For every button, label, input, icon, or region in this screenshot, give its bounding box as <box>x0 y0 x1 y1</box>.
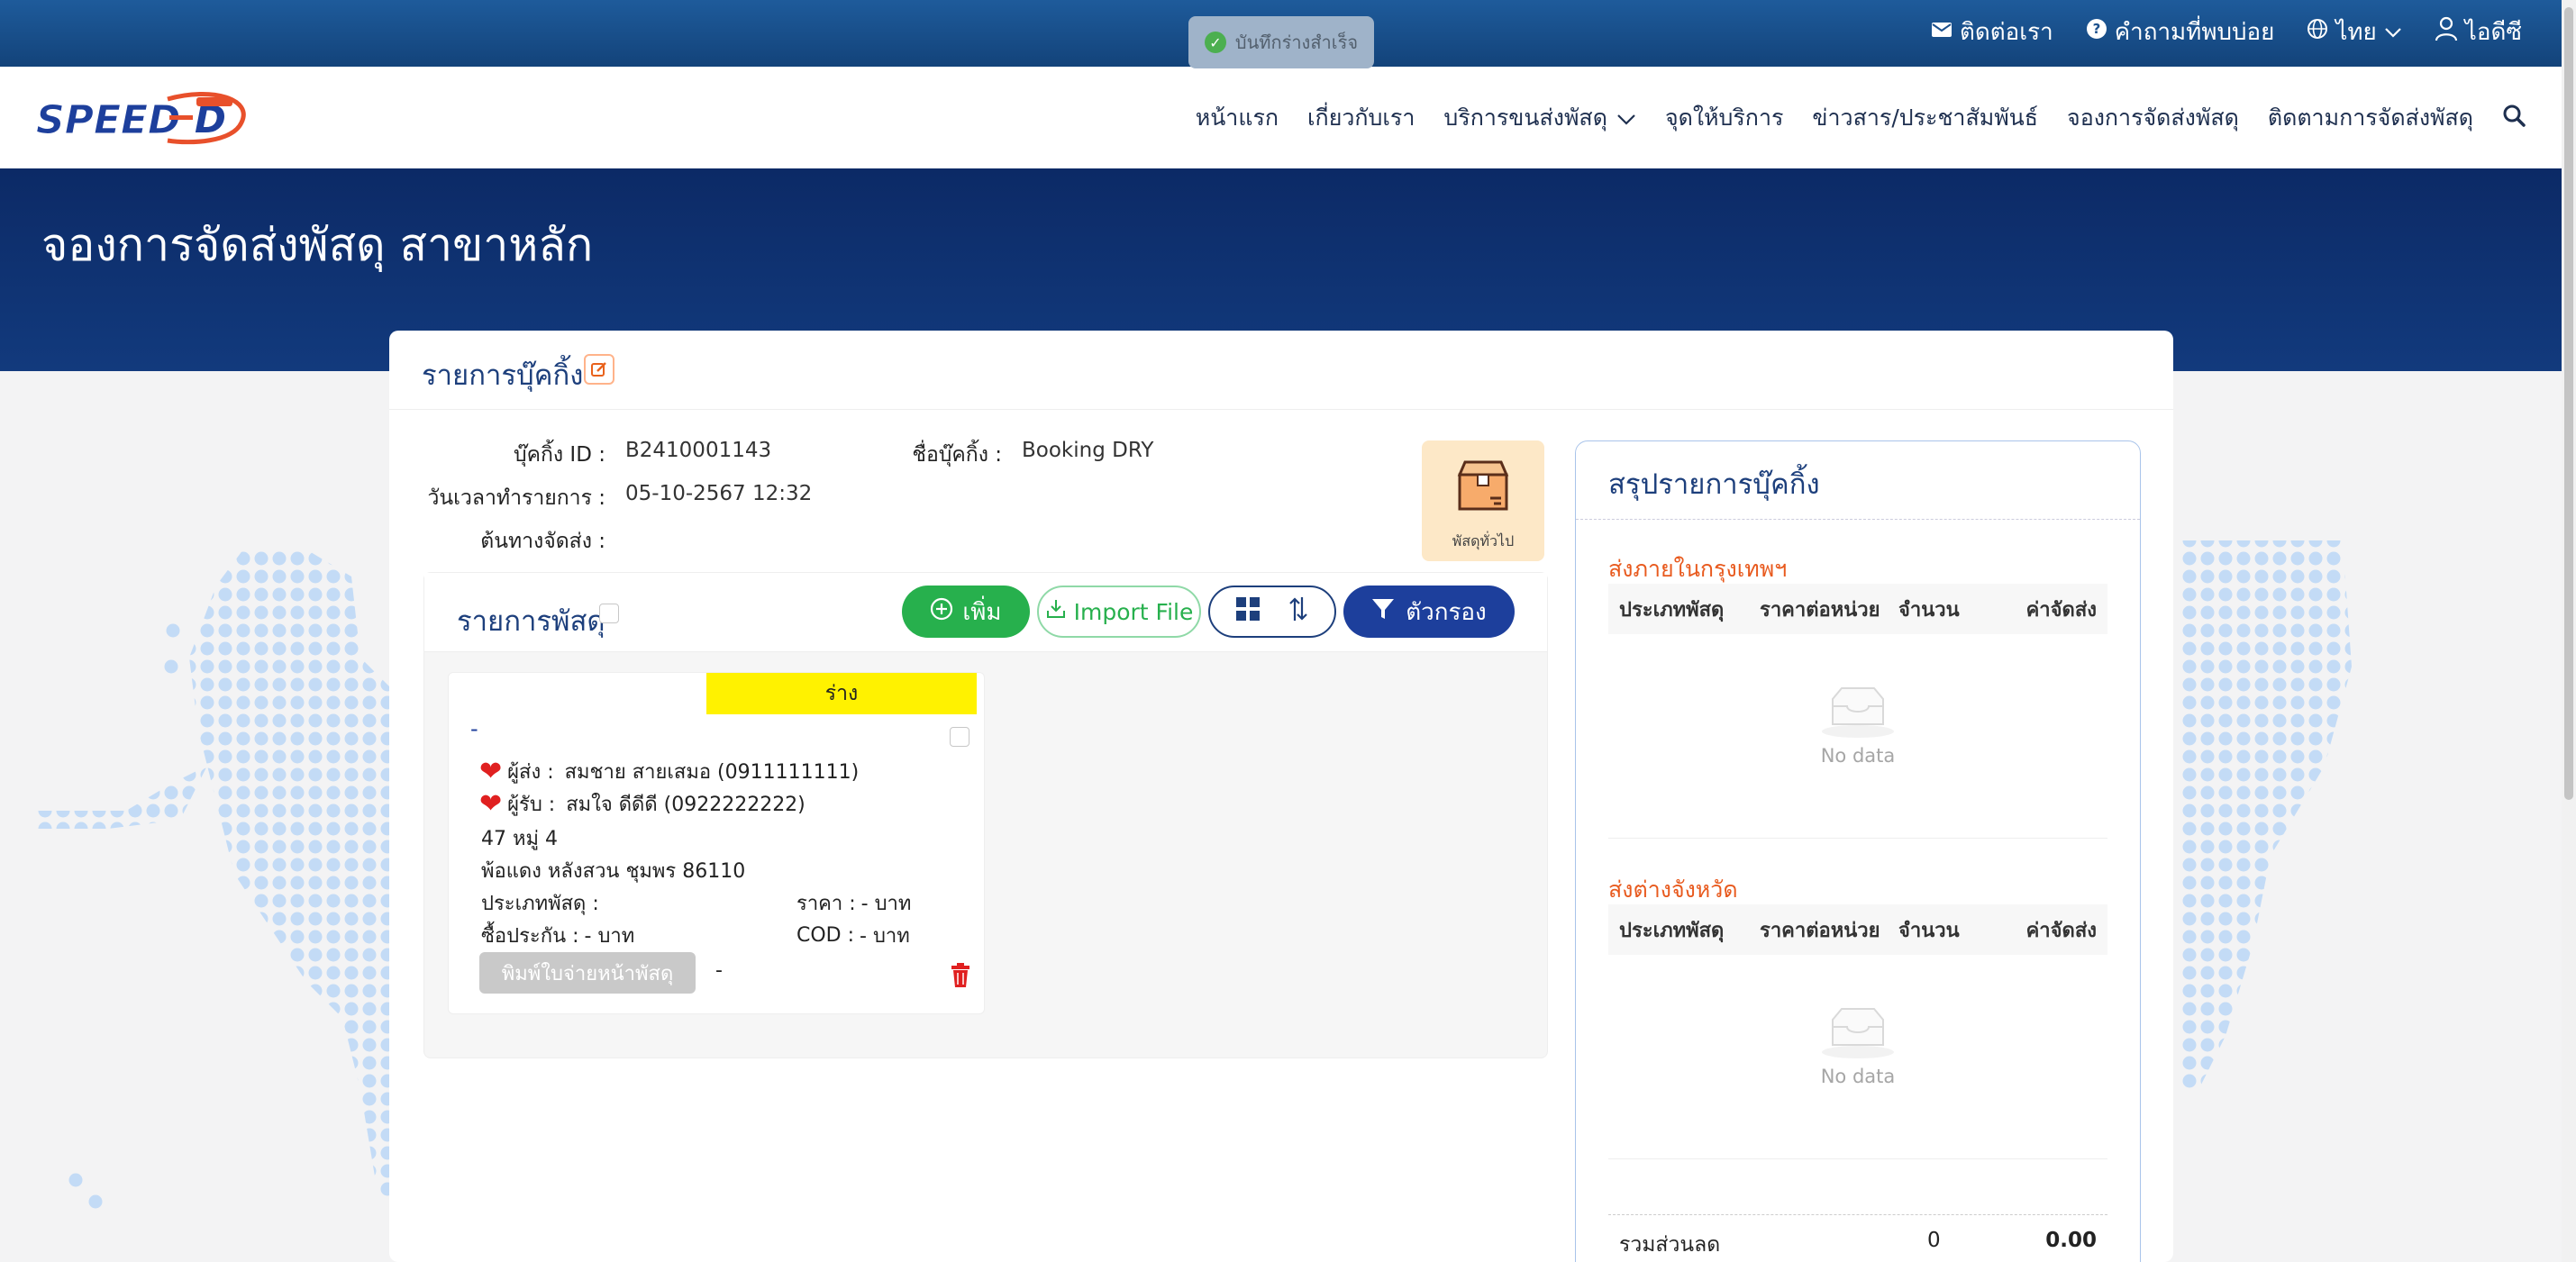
booking-card-header: รายการบุ๊คกิ้ง <box>389 331 2173 410</box>
heart-icon: ❤ <box>479 755 503 787</box>
bangkok-empty-state: No data <box>1608 686 2107 767</box>
nav-item-home[interactable]: หน้าแรก <box>1196 100 1279 136</box>
summary-title: สรุปรายการบุ๊คกิ้ง <box>1608 468 1820 501</box>
booking-summary-panel: สรุปรายการบุ๊คกิ้ง ส่งภายในกรุงเทพฯ ประเ… <box>1575 440 2141 1262</box>
tracking-number: - <box>470 716 478 741</box>
status-badge: ร่าง <box>706 673 977 714</box>
divider <box>1608 1158 2107 1159</box>
divider <box>1576 519 2140 520</box>
nav-item-about[interactable]: เกี่ยวกับเรา <box>1307 100 1415 136</box>
chevron-down-icon <box>1616 104 1636 131</box>
address-line-2: พ้อแดง หลังสวน ชุมพร 86110 <box>481 860 746 883</box>
parcel-list-header: รายการพัสดุ เพิ่ม Import File ตัวกรอง <box>424 573 1547 652</box>
box-icon <box>1454 457 1512 518</box>
svg-text:?: ? <box>2092 21 2100 37</box>
mail-icon <box>1931 18 1952 45</box>
select-all-checkbox[interactable] <box>599 604 619 623</box>
filter-button[interactable]: ตัวกรอง <box>1343 586 1515 638</box>
package-type-label: พัสดุทั่วไป <box>1452 532 1515 549</box>
receiver-row: ❤ ผู้รับ : สมใจ ดีดีดี (0922222222) <box>479 787 806 820</box>
chevron-down-icon <box>2384 18 2402 45</box>
origin-label: ต้นทางจัดส่ง : <box>480 530 605 553</box>
booking-name-value: Booking DRY <box>1022 439 1154 462</box>
booking-name-label: ชื่อบุ๊คกิ้ง : <box>912 443 1002 467</box>
plus-circle-icon <box>930 597 953 627</box>
import-file-button[interactable]: Import File <box>1037 586 1201 638</box>
bangkok-section-title: ส่งภายในกรุงเทพฯ <box>1608 556 1788 582</box>
datetime-value: 05-10-2567 12:32 <box>625 482 813 505</box>
user-icon <box>2435 16 2458 48</box>
province-table-header: ประเภทพัสดุ ราคาต่อหน่วย จำนวน ค่าจัดส่ง <box>1608 904 2107 955</box>
scrollbar-thumb[interactable] <box>2564 7 2573 800</box>
add-parcel-button[interactable]: เพิ่ม <box>902 586 1030 638</box>
top-links: ติดต่อเรา ? คำถามที่พบบ่อย ไทย ไอดีซี <box>1931 0 2522 63</box>
sender-row: ❤ ผู้ส่ง : สมชาย สายเสมอ (0911111111) <box>479 755 860 787</box>
edit-icon[interactable] <box>584 354 614 385</box>
language-selector[interactable]: ไทย <box>2307 14 2401 50</box>
heart-icon: ❤ <box>479 787 503 820</box>
parcel-list-panel: รายการพัสดุ เพิ่ม Import File ตัวกรอง ร่… <box>423 572 1548 1058</box>
datetime-label: วันเวลาทำรายการ : <box>427 486 606 510</box>
main-navbar: SPEED D หน้าแรก เกี่ยวกับเรา บริการขนส่ง… <box>0 67 2562 168</box>
address-line-1: 47 หมู่ 4 <box>481 828 558 850</box>
province-section-title: ส่งต่างจังหวัด <box>1608 876 1738 903</box>
nav-item-services[interactable]: บริการขนส่งพัสดุ <box>1443 100 1636 136</box>
booking-id-label: บุ๊คกิ้ง ID : <box>513 443 605 467</box>
bangkok-table-header: ประเภทพัสดุ ราคาต่อหน่วย จำนวน ค่าจัดส่ง <box>1608 584 2107 634</box>
price-row: ราคา : - บาท <box>796 893 912 915</box>
booking-id-value: B2410001143 <box>625 439 772 462</box>
globe-icon <box>2307 18 2328 46</box>
faq-link[interactable]: ? คำถามที่พบบ่อย <box>2086 14 2274 50</box>
nav-item-booking[interactable]: จองการจัดส่งพัสดุ <box>2067 100 2239 136</box>
parcel-list-title: รายการพัสดุ <box>457 605 605 638</box>
contact-link[interactable]: ติดต่อเรา <box>1931 14 2053 50</box>
dotted-map-decoration <box>36 549 396 1209</box>
divider <box>1608 1214 2107 1215</box>
package-type-badge: พัสดุทั่วไป <box>1422 440 1544 561</box>
filter-icon <box>1371 597 1395 627</box>
question-icon: ? <box>2086 18 2107 46</box>
grid-icon[interactable] <box>1235 596 1261 628</box>
booking-info: บุ๊คกิ้ง ID : B2410001143 ชื่อบุ๊คกิ้ง :… <box>389 439 1380 565</box>
sort-icon[interactable] <box>1288 595 1309 629</box>
dotted-map-decoration-right <box>2180 540 2352 1090</box>
province-empty-state: No data <box>1608 1007 2107 1087</box>
print-label-button[interactable]: พิมพ์ใบจ่ายหน้าพัสดุ <box>479 952 696 994</box>
empty-inbox-icon <box>1820 1008 1896 1064</box>
print-extra: - <box>715 959 723 982</box>
booking-card: รายการบุ๊คกิ้ง บุ๊คกิ้ง ID : B2410001143… <box>389 331 2173 1262</box>
empty-inbox-icon <box>1820 687 1896 743</box>
parcel-checkbox[interactable] <box>950 727 969 747</box>
nav-menu: หน้าแรก เกี่ยวกับเรา บริการขนส่งพัสดุ จุ… <box>1196 67 2526 168</box>
page-scrollbar[interactable] <box>2562 0 2576 1262</box>
search-icon[interactable] <box>2502 104 2526 132</box>
check-circle-icon: ✓ <box>1204 32 1226 53</box>
insurance-row: ซื้อประกัน : - บาท <box>481 925 635 948</box>
speed-d-logo[interactable]: SPEED D <box>32 90 250 146</box>
page-title: จองการจัดส่งพัสดุ สาขาหลัก <box>41 219 594 271</box>
booking-section-title: รายการบุ๊คกิ้ง <box>422 359 584 392</box>
parcel-type-row: ประเภทพัสดุ : <box>481 893 599 915</box>
cod-row: COD : - บาท <box>796 924 910 948</box>
parcel-card[interactable]: ร่าง - ❤ ผู้ส่ง : สมชาย สายเสมอ (0911111… <box>448 672 985 1014</box>
nav-item-service-points[interactable]: จุดให้บริการ <box>1665 100 1783 136</box>
success-toast: ✓ บันทึกร่างสำเร็จ <box>1188 16 1374 68</box>
user-menu[interactable]: ไอดีซี <box>2435 14 2522 50</box>
nav-item-tracking[interactable]: ติดตามการจัดส่งพัสดุ <box>2268 100 2473 136</box>
svg-text:SPEED: SPEED <box>36 97 181 143</box>
nav-item-news[interactable]: ข่าวสาร/ประชาสัมพันธ์ <box>1812 100 2038 136</box>
trash-icon[interactable] <box>950 963 971 988</box>
download-icon <box>1045 598 1067 625</box>
view-toggle-button[interactable] <box>1208 586 1336 638</box>
divider <box>1608 838 2107 839</box>
